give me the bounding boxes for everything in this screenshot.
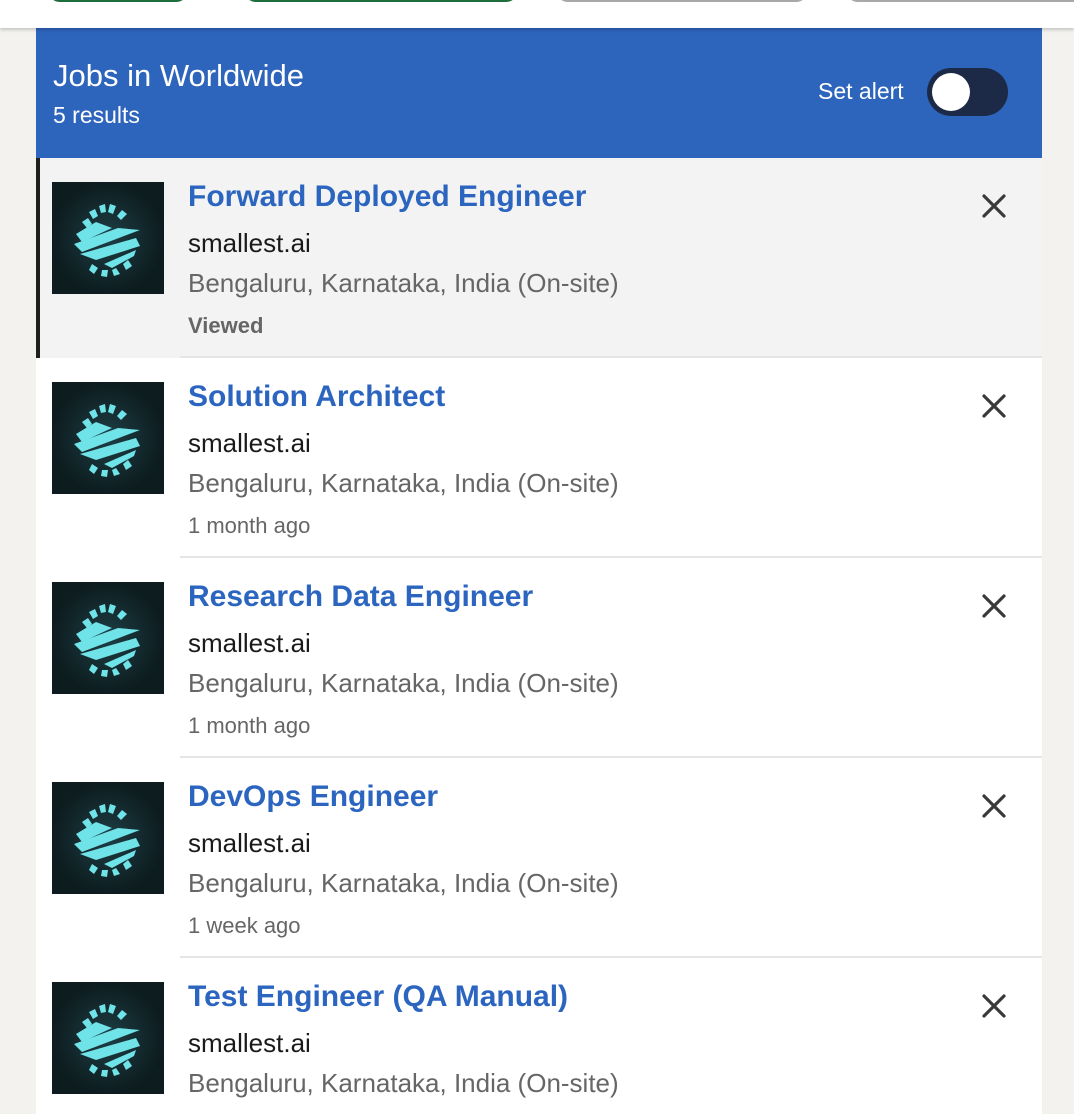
job-location: Bengaluru, Karnataka, India (On-site) <box>188 468 619 498</box>
company-name: smallest.ai <box>188 1028 311 1058</box>
company-logo-icon[interactable] <box>52 982 164 1094</box>
filter-pill[interactable] <box>244 0 518 2</box>
page-title: Jobs in Worldwide <box>53 58 304 93</box>
job-location: Bengaluru, Karnataka, India (On-site) <box>188 668 619 698</box>
job-meta: 1 week ago <box>188 913 301 938</box>
company-logo-icon[interactable] <box>52 782 164 894</box>
filter-bar <box>0 0 1074 28</box>
set-alert-toggle[interactable] <box>927 68 1008 116</box>
job-list: Forward Deployed Engineer smallest.ai Be… <box>36 158 1042 1114</box>
job-meta: 1 month ago <box>188 513 311 538</box>
dismiss-job-button[interactable] <box>976 388 1012 424</box>
company-logo-icon[interactable] <box>52 382 164 494</box>
job-title-link[interactable]: Solution Architect <box>188 380 445 414</box>
company-name: smallest.ai <box>188 828 311 858</box>
company-name: smallest.ai <box>188 628 311 658</box>
job-location: Bengaluru, Karnataka, India (On-site) <box>188 1068 619 1098</box>
job-meta: 1 month ago <box>188 713 311 738</box>
company-logo-icon[interactable] <box>52 182 164 294</box>
company-name: smallest.ai <box>188 228 311 258</box>
job-card[interactable]: Test Engineer (QA Manual) smallest.ai Be… <box>36 958 1042 1114</box>
set-alert-label: Set alert <box>818 78 904 104</box>
close-icon <box>982 794 1006 818</box>
results-count: 5 results <box>53 102 140 128</box>
job-title-link[interactable]: DevOps Engineer <box>188 780 438 814</box>
job-location: Bengaluru, Karnataka, India (On-site) <box>188 268 619 298</box>
job-meta: Viewed <box>188 313 264 338</box>
job-card[interactable]: Research Data Engineer smallest.ai Benga… <box>36 558 1042 758</box>
close-icon <box>982 394 1006 418</box>
job-title-link[interactable]: Forward Deployed Engineer <box>188 180 586 214</box>
dismiss-job-button[interactable] <box>976 988 1012 1024</box>
company-logo-icon[interactable] <box>52 582 164 694</box>
filter-pill[interactable] <box>48 0 188 2</box>
job-card[interactable]: Solution Architect smallest.ai Bengaluru… <box>36 358 1042 558</box>
job-title-link[interactable]: Research Data Engineer <box>188 580 533 614</box>
close-icon <box>982 994 1006 1018</box>
filter-pill[interactable] <box>846 0 1074 2</box>
jobs-list-panel: Jobs in Worldwide 5 results Set alert Fo… <box>36 28 1042 1114</box>
close-icon <box>982 594 1006 618</box>
dismiss-job-button[interactable] <box>976 588 1012 624</box>
filter-pill[interactable] <box>556 0 808 2</box>
company-name: smallest.ai <box>188 428 311 458</box>
close-icon <box>982 194 1006 218</box>
job-location: Bengaluru, Karnataka, India (On-site) <box>188 868 619 898</box>
jobs-header: Jobs in Worldwide 5 results Set alert <box>36 28 1042 158</box>
toggle-knob <box>932 73 970 111</box>
dismiss-job-button[interactable] <box>976 188 1012 224</box>
job-card[interactable]: Forward Deployed Engineer smallest.ai Be… <box>36 158 1042 358</box>
dismiss-job-button[interactable] <box>976 788 1012 824</box>
job-card[interactable]: DevOps Engineer smallest.ai Bengaluru, K… <box>36 758 1042 958</box>
job-title-link[interactable]: Test Engineer (QA Manual) <box>188 980 568 1014</box>
